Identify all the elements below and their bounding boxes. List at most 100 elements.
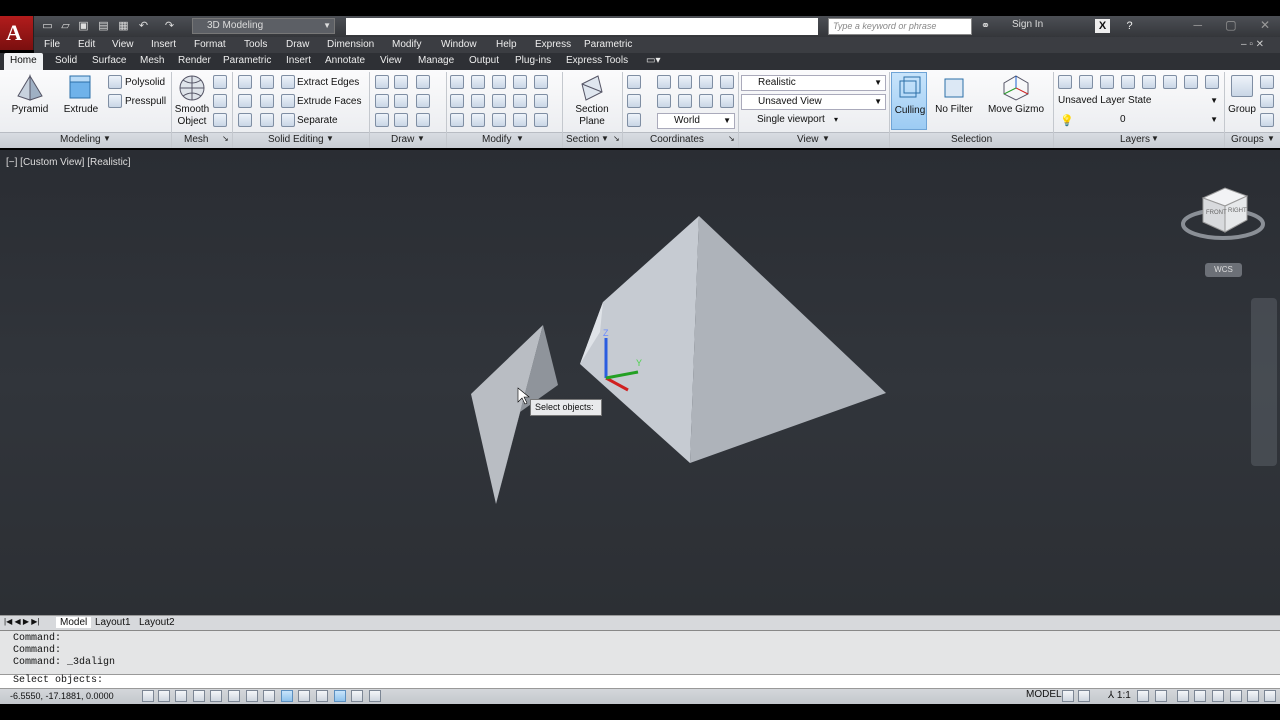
transparency-icon[interactable] [334,690,346,702]
polygon-icon[interactable] [375,113,389,127]
ucs-z-icon[interactable] [720,94,734,108]
navigation-bar[interactable] [1251,298,1277,466]
panel-title-draw[interactable]: Draw [391,134,414,145]
ucs-face-icon[interactable] [678,94,692,108]
lightbulb-icon[interactable]: 💡 [1060,114,1074,127]
mesh-crease-icon[interactable] [213,113,227,127]
3d-align-icon[interactable] [471,113,485,127]
dialog-launcher-icon[interactable]: ↘ [728,134,735,143]
named-view-dropdown[interactable]: Unsaved View ▼ [741,94,886,110]
smooth-object-icon[interactable] [178,74,206,102]
tab-layout2[interactable]: Layout2 [139,617,175,628]
presspull-icon[interactable] [108,94,122,108]
layer-properties-icon[interactable] [1058,75,1072,89]
search-input[interactable]: Type a keyword or phrase [828,18,972,35]
new-file-icon[interactable]: ▭ [40,19,55,33]
large-pyramid[interactable] [580,216,886,463]
ucs-icon-properties-icon[interactable] [720,75,734,89]
group-button[interactable]: Group [1226,104,1258,116]
dialog-launcher-icon[interactable]: ↘ [222,134,229,143]
layer-match-icon[interactable] [1163,75,1177,89]
menu-draw[interactable]: Draw [286,39,309,50]
pyramid-icon[interactable] [16,74,44,102]
scale-icon[interactable] [450,75,464,89]
wcs-menu[interactable]: WCS [1205,263,1242,277]
lock-ui-icon[interactable] [1194,690,1206,702]
copy-icon[interactable] [513,94,527,108]
lineweight-icon[interactable] [316,690,328,702]
tab-render[interactable]: Render [178,55,211,66]
tab-home[interactable]: Home [4,53,43,70]
menu-parametric[interactable]: Parametric [584,39,632,50]
explode-icon[interactable] [513,113,527,127]
rectangular-array-icon[interactable] [534,113,548,127]
subtract-icon[interactable] [238,94,252,108]
tab-output[interactable]: Output [469,55,499,66]
isolate-objects-icon[interactable] [1212,690,1224,702]
command-line-input[interactable] [0,674,1280,688]
arc-icon[interactable] [394,94,408,108]
layer-walk-icon[interactable] [1205,75,1219,89]
ucs-previous-icon[interactable] [627,113,641,127]
layer-previous-icon[interactable] [1184,75,1198,89]
auto-scale-icon[interactable] [1155,690,1167,702]
panel-title-view[interactable]: View [797,134,819,145]
viewport-config-dropdown[interactable]: Single viewport ▾ [741,113,841,129]
dynamic-ucs-icon[interactable] [281,690,293,702]
panel-title-solid-editing[interactable]: Solid Editing [268,134,324,145]
extract-edges-button[interactable]: Extract Edges [297,77,359,89]
separate-button[interactable]: Separate [297,115,338,127]
polysolid-icon[interactable] [108,75,122,89]
slice-icon[interactable] [260,75,274,89]
culling-button[interactable]: Culling [891,72,927,130]
model-space-button[interactable]: MODEL [1026,689,1062,700]
open-file-icon[interactable]: ▱ [58,19,73,33]
hardware-acceleration-icon[interactable] [1230,690,1242,702]
no-filter-icon[interactable] [941,75,967,99]
selection-cycling-icon[interactable] [369,690,381,702]
polysolid-button[interactable]: Polysolid [125,77,165,89]
3d-object-snap-icon[interactable] [246,690,258,702]
section-plane-icon[interactable] [578,74,606,102]
tab-solid[interactable]: Solid [55,55,77,66]
ellipse-icon[interactable] [416,113,430,127]
layer-off-icon[interactable] [1079,75,1093,89]
menu-window[interactable]: Window [441,39,477,50]
ucs-dropdown[interactable]: World ▼ [657,113,735,129]
viewcube-front-label[interactable]: FRONT [1206,210,1227,216]
tab-model[interactable]: Model [56,617,92,628]
layer-isolate-icon[interactable] [1100,75,1114,89]
panel-title-mesh[interactable]: Mesh [184,134,208,145]
chevron-down-icon[interactable]: ▼ [1267,134,1275,143]
ucs-world-icon[interactable] [678,75,692,89]
visual-style-dropdown[interactable]: Realistic ▼ [741,75,886,91]
tab-express-tools[interactable]: Express Tools [566,55,628,66]
erase-icon[interactable] [450,113,464,127]
layer-freeze-icon[interactable] [1121,75,1135,89]
rectangle-icon[interactable] [394,113,408,127]
current-layer-dropdown[interactable]: 0 ▼ [1104,113,1221,129]
annotation-scale[interactable]: ⅄ 1:1 [1108,690,1131,701]
extrude-faces-button[interactable]: Extrude Faces [297,96,361,108]
application-menu-button[interactable]: A [0,16,34,50]
ribbon-options-icon[interactable]: ▭▾ [646,55,660,66]
mesh-box-icon[interactable] [213,75,227,89]
layer-state-dropdown[interactable]: Unsaved Layer State ▼ [1055,94,1221,110]
presspull-button[interactable]: Presspull [125,96,166,108]
move-gizmo-icon[interactable] [1002,74,1030,102]
union-icon[interactable] [238,75,252,89]
scene-3d[interactable]: Z Y FRONT RIGHT [0,150,1280,615]
object-snap-icon[interactable] [228,690,240,702]
mirror-icon[interactable] [492,113,506,127]
chevron-down-icon[interactable]: ▼ [1151,134,1159,143]
chevron-down-icon[interactable]: ▼ [417,134,425,143]
tab-insert[interactable]: Insert [286,55,311,66]
spline-icon[interactable] [375,94,389,108]
group-edit-icon[interactable] [1260,94,1274,108]
workspace-dropdown[interactable]: 3D Modeling ▼ [192,18,335,34]
ucs-3point-icon[interactable] [699,94,713,108]
separate-icon[interactable] [281,113,295,127]
ucs-icon[interactable] [627,75,641,89]
extrude-button[interactable]: Extrude [60,104,102,116]
infer-constraints-icon[interactable] [142,690,154,702]
